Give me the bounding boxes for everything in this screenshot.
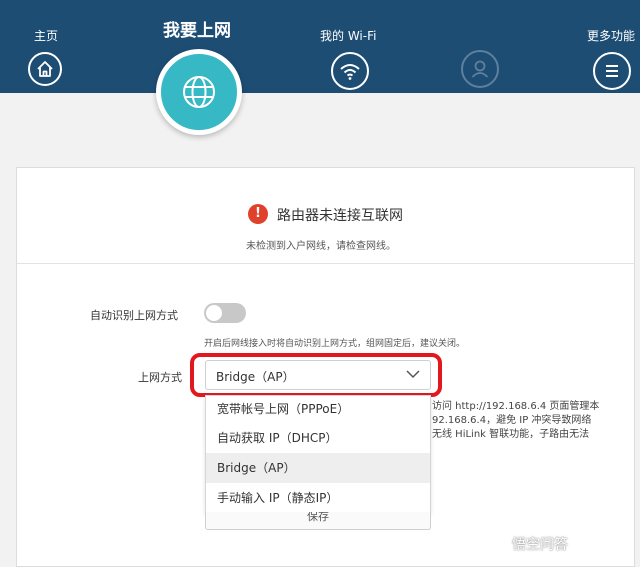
divider [17,263,634,264]
nav-wifi-label[interactable]: 我的 Wi-Fi [320,27,376,44]
toggle-knob [206,305,222,321]
info-line-1: 访问 http://192.168.6.4 页面管理本 [432,401,600,412]
option-static-ip[interactable]: 手动输入 IP（静态IP） [206,483,430,513]
mode-dropdown-list: 宽带帐号上网（PPPoE） 自动获取 IP（DHCP） Bridge（AP） 手… [205,395,431,513]
info-line-2: 92.168.6.4，避免 IP 冲突导致网络 [432,415,592,426]
option-bridge[interactable]: Bridge（AP） [206,453,430,483]
nav-internet-button[interactable] [156,49,242,135]
wifi-icon[interactable] [331,52,369,90]
auto-detect-label: 自动识别上网方式 [90,309,178,322]
auto-detect-toggle[interactable] [204,303,246,323]
status-subtitle: 未检测到入户网线，请检查网线。 [246,241,396,252]
select-highlight-outline [190,353,442,397]
status-title: 路由器未连接互联网 [277,208,403,224]
top-nav-bar [0,0,640,93]
alert-icon: ! [248,204,268,224]
nav-internet-label[interactable]: 我要上网 [163,16,231,41]
option-pppoe[interactable]: 宽带帐号上网（PPPoE） [206,394,430,424]
home-icon[interactable] [28,52,62,86]
nav-home-label[interactable]: 主页 [34,27,58,44]
info-line-3: 无线 HiLink 智联功能，子路由无法 [432,429,590,440]
nav-more-label[interactable]: 更多功能 [587,27,635,44]
watermark: 悟空问答 [512,537,568,553]
menu-icon[interactable] [593,52,631,90]
option-dhcp[interactable]: 自动获取 IP（DHCP） [206,423,430,453]
mode-label: 上网方式 [138,371,182,384]
auto-detect-hint: 开启后网线接入时将自动识别上网方式，组网固定后，建议关闭。 [204,339,466,349]
user-icon[interactable] [461,50,499,88]
globe-icon [183,76,215,108]
save-button[interactable]: 保存 [205,512,431,530]
